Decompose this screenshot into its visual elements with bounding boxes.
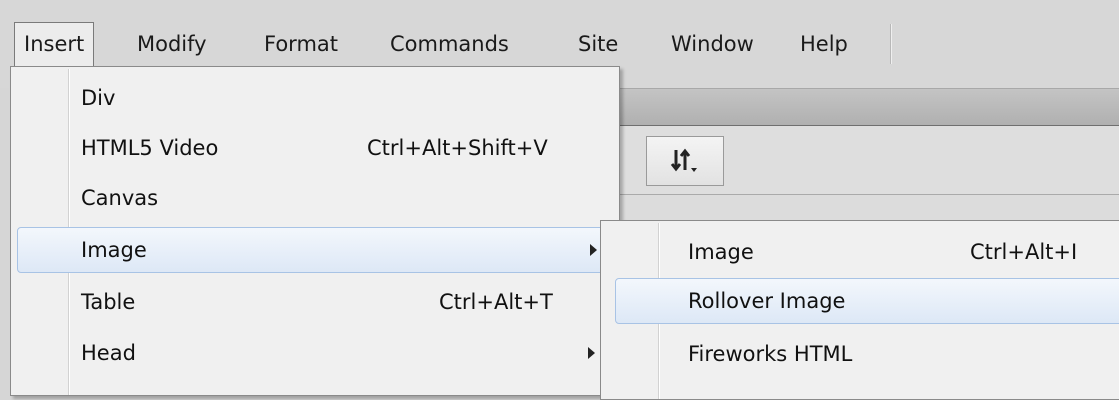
menu-item-table[interactable]: Table Ctrl+Alt+T — [11, 279, 619, 325]
menu-site[interactable]: Site — [569, 22, 627, 66]
menu-item-label: Head — [81, 341, 136, 365]
menu-window[interactable]: Window — [662, 22, 763, 66]
image-submenu: Image Ctrl+Alt+I Rollover Image Firework… — [600, 220, 1119, 400]
menu-item-label: Canvas — [81, 186, 159, 210]
menu-item-div[interactable]: Div — [11, 75, 619, 121]
menu-item-label: Image — [81, 238, 147, 262]
menubar-separator — [890, 24, 892, 64]
sort-button[interactable] — [646, 136, 724, 186]
menu-item-label: Div — [81, 86, 116, 110]
menu-item-shortcut: Ctrl+Alt+T — [439, 290, 553, 314]
menu-item-canvas[interactable]: Canvas — [11, 175, 619, 221]
menu-item-image[interactable]: Image — [17, 227, 615, 273]
submenu-item-rollover-image[interactable]: Rollover Image — [615, 278, 1119, 324]
menu-commands[interactable]: Commands — [381, 22, 518, 66]
submenu-arrow-icon — [590, 244, 597, 256]
menu-item-shortcut: Ctrl+Alt+I — [970, 240, 1078, 264]
menu-item-shortcut: Ctrl+Alt+Shift+V — [367, 136, 548, 160]
sort-icon — [670, 148, 697, 172]
menu-item-head[interactable]: Head — [11, 330, 619, 376]
panel-header-strip — [600, 88, 1119, 126]
menu-item-label: Table — [81, 290, 136, 314]
menu-item-label: HTML5 Video — [81, 136, 219, 160]
menu-insert[interactable]: Insert — [14, 22, 95, 66]
menu-item-html5-video[interactable]: HTML5 Video Ctrl+Alt+Shift+V — [11, 125, 619, 171]
menu-item-label: Image — [688, 240, 754, 264]
insert-menu: Div HTML5 Video Ctrl+Alt+Shift+V Canvas … — [10, 66, 620, 396]
menu-modify[interactable]: Modify — [128, 22, 216, 66]
menu-item-label: Fireworks HTML — [688, 342, 853, 366]
menu-help[interactable]: Help — [791, 22, 857, 66]
menu-format[interactable]: Format — [255, 22, 347, 66]
menu-item-label: Rollover Image — [688, 289, 846, 313]
submenu-item-fireworks-html[interactable]: Fireworks HTML — [601, 331, 1119, 377]
submenu-item-image[interactable]: Image Ctrl+Alt+I — [601, 229, 1119, 275]
submenu-arrow-icon — [588, 347, 595, 359]
